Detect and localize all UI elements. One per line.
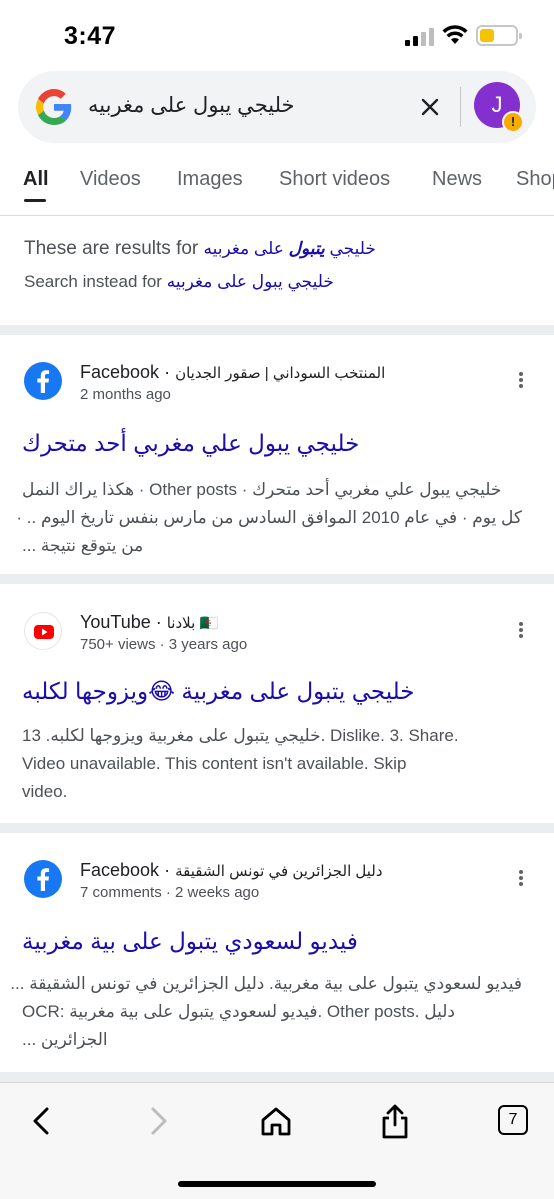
close-icon: [421, 98, 439, 116]
home-indicator: [178, 1181, 376, 1187]
tab-short-videos[interactable]: Short videos: [279, 168, 390, 191]
tab-switcher-button[interactable]: 7: [498, 1105, 528, 1135]
status-time: 3:47: [64, 22, 117, 50]
status-bar: 3:47: [0, 0, 554, 70]
original-query-link[interactable]: خليجي يبول على مغربيه: [167, 272, 334, 291]
wifi-icon: [442, 24, 468, 46]
result-title-link[interactable]: فيديو لسعودي يتبول على بية مغربية: [22, 928, 358, 955]
result-title-link[interactable]: خليجي يتبول على مغربية 😂ويزوجها لكلبه: [22, 678, 415, 705]
results-for-label: These are results for: [24, 238, 199, 259]
more-options-icon[interactable]: [514, 868, 528, 890]
result-path: المنتخب السوداني | صقور الجديان: [175, 365, 386, 382]
youtube-icon: [24, 612, 62, 650]
result-path: دليل الجزائرين في تونس الشقيقة: [175, 863, 383, 880]
result-meta: 2 months ago: [80, 386, 171, 403]
result-snippet: 13 .خليجي يتبول على مغربية ويزوجها لكلبه…: [22, 726, 459, 801]
tab-shop[interactable]: Shop: [516, 168, 554, 191]
result-snippet: خليجي يبول علي مغربي أحد متحرك · Other p…: [16, 480, 522, 555]
result-path: 🇩🇿 بلادنا: [166, 615, 219, 632]
result-source: YouTube: [80, 612, 151, 632]
tab-videos[interactable]: Videos: [80, 168, 141, 191]
corrected-query-link[interactable]: خليجي يتبول على مغربيه: [204, 239, 376, 258]
result-title-link[interactable]: خليجي يبول علي مغربي أحد متحرك: [22, 430, 359, 457]
chevron-left-icon: [33, 1107, 49, 1135]
section-divider: [0, 574, 554, 584]
result-meta: 7 comments · 2 weeks ago: [80, 884, 260, 901]
result-snippet: فيديو لسعودي يتبول على بية مغربية. دليل …: [10, 974, 522, 1049]
tab-images[interactable]: Images: [177, 168, 243, 191]
back-button[interactable]: [22, 1101, 62, 1141]
share-icon: [382, 1104, 408, 1139]
more-options-icon[interactable]: [514, 620, 528, 642]
search-input[interactable]: خليجي يبول على مغربيه: [88, 93, 408, 118]
search-bar[interactable]: خليجي يبول على مغربيه J !: [18, 71, 536, 143]
forward-button[interactable]: [138, 1101, 178, 1141]
spelling-correction: These are results for خليجي يتبول على مغ…: [24, 238, 534, 304]
facebook-icon: [24, 362, 62, 400]
section-divider: [0, 325, 554, 335]
clear-search-button[interactable]: [416, 93, 444, 121]
tab-all[interactable]: All: [23, 168, 49, 191]
search-tabs: All Videos Images Short videos News Shop: [0, 166, 554, 216]
facebook-icon: [24, 860, 62, 898]
chevron-right-icon: [151, 1107, 167, 1135]
active-tab-indicator: [24, 199, 46, 202]
tabs-divider: [0, 215, 554, 216]
section-divider: [0, 1072, 554, 1082]
battery-icon: [476, 25, 522, 46]
section-divider: [0, 823, 554, 833]
more-options-icon[interactable]: [514, 370, 528, 392]
warning-badge-icon: !: [502, 111, 524, 133]
result-source: Facebook: [80, 860, 160, 880]
home-button[interactable]: [256, 1101, 296, 1141]
search-instead-label: Search instead for: [24, 272, 162, 291]
tab-news[interactable]: News: [432, 168, 482, 191]
browser-toolbar: 7: [0, 1082, 554, 1199]
search-divider: [460, 87, 461, 127]
result-meta: 750+ views · 3 years ago: [80, 636, 248, 653]
home-icon: [261, 1107, 291, 1136]
result-source: Facebook: [80, 362, 160, 382]
share-button[interactable]: [375, 1101, 415, 1141]
cellular-signal-icon: [405, 28, 435, 46]
google-logo-icon: [36, 89, 72, 125]
